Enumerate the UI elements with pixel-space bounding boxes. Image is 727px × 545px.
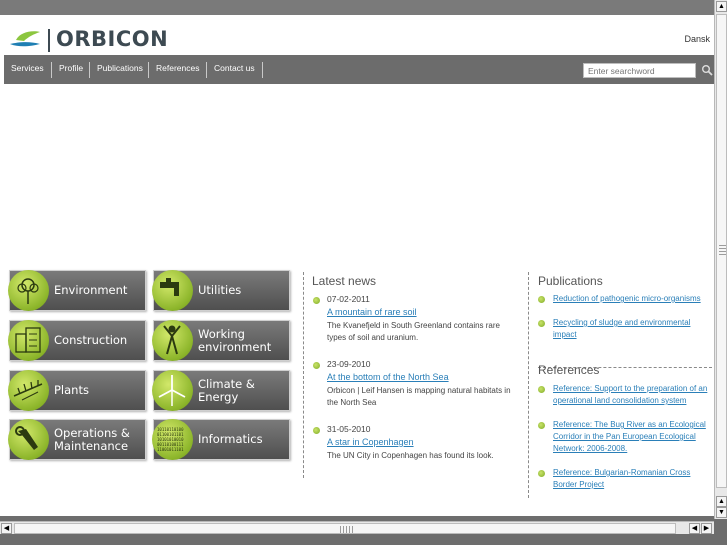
nav-separator xyxy=(148,62,149,78)
category-operations-maintenance[interactable]: Operations & Maintenance xyxy=(8,419,146,460)
references-title: References xyxy=(538,363,600,377)
bullet-icon xyxy=(538,296,545,303)
news-link[interactable]: A star in Copenhagen xyxy=(327,437,414,447)
latest-news-title: Latest news xyxy=(312,274,377,288)
logo-divider xyxy=(48,29,50,52)
reference-link[interactable]: Reference: Support to the preparation of… xyxy=(553,383,713,407)
flower-icon xyxy=(8,270,49,311)
search-icon[interactable] xyxy=(701,64,713,76)
faucet-icon xyxy=(152,270,193,311)
column-divider xyxy=(303,272,304,478)
news-description: The UN City in Copenhagen has found its … xyxy=(327,451,494,460)
scroll-up-button[interactable]: ▲ xyxy=(716,1,727,12)
publications-title: Publications xyxy=(538,274,603,288)
category-plants[interactable]: Plants xyxy=(8,370,146,411)
category-label: Working environment xyxy=(198,326,272,354)
news-link[interactable]: At the bottom of the North Sea xyxy=(327,372,449,382)
category-informatics[interactable]: 10110110100 01100101101 10101010010 0011010… xyxy=(152,419,290,460)
publication-link[interactable]: Reduction of pathogenic micro-organisms xyxy=(553,293,713,305)
bullet-icon xyxy=(313,297,320,304)
bullet-icon xyxy=(538,320,545,327)
reference-link[interactable]: Reference: Bulgarian-Romanian Cross Bord… xyxy=(553,467,713,491)
bullet-icon xyxy=(538,386,545,393)
category-label: Plants xyxy=(54,383,89,397)
category-label: Operations & Maintenance xyxy=(54,425,130,453)
person-icon xyxy=(152,320,193,361)
svg-text:11001011101: 11001011101 xyxy=(157,447,184,452)
nav-separator xyxy=(262,62,263,78)
nav-item-publications[interactable]: Publications xyxy=(97,63,143,73)
scroll-up-button-lower[interactable]: ▲ xyxy=(716,496,727,507)
news-date: 23-09-2010 xyxy=(327,359,371,369)
scroll-down-button[interactable]: ▼ xyxy=(716,507,727,518)
nav-item-profile[interactable]: Profile xyxy=(59,63,83,73)
bullet-icon xyxy=(538,422,545,429)
column-divider xyxy=(528,272,529,498)
news-date: 07-02-2011 xyxy=(327,294,370,304)
category-label: Environment xyxy=(54,283,128,297)
category-label: Climate & Energy xyxy=(198,376,255,404)
horizontal-scrollbar[interactable]: ◀ ◀ ▶ xyxy=(0,521,714,534)
plant-icon xyxy=(8,370,49,411)
reference-link[interactable]: Reference: The Bug River as an Ecologica… xyxy=(553,419,713,455)
scroll-grip xyxy=(719,243,726,255)
main-nav: Services Profile Publications References… xyxy=(4,55,714,84)
category-label: Utilities xyxy=(198,283,242,297)
vertical-scrollbar[interactable]: ▲ ▲ ▼ xyxy=(714,0,727,519)
publication-link[interactable]: Recycling of sludge and environmental im… xyxy=(553,317,713,341)
nav-separator xyxy=(89,62,90,78)
nav-item-references[interactable]: References xyxy=(156,63,199,73)
bullet-icon xyxy=(313,427,320,434)
bullet-icon xyxy=(313,362,320,369)
logo-mark-icon xyxy=(10,31,40,47)
bullet-icon xyxy=(538,470,545,477)
category-construction[interactable]: Construction xyxy=(8,320,146,361)
category-utilities[interactable]: Utilities xyxy=(152,270,290,311)
scroll-left-button-right[interactable]: ◀ xyxy=(689,523,700,534)
horizontal-scroll-thumb[interactable] xyxy=(14,523,676,534)
wrench-icon xyxy=(8,419,49,460)
category-climate-energy[interactable]: Climate & Energy xyxy=(152,370,290,411)
scroll-grip xyxy=(340,526,354,533)
category-working-environment[interactable]: Working environment xyxy=(152,320,290,361)
building-icon xyxy=(8,320,49,361)
news-description: Orbicon | Leif Hansen is mapping natural… xyxy=(327,386,511,407)
logo-text: ORBICON xyxy=(56,27,169,51)
orbicon-logo[interactable]: ORBICON xyxy=(8,26,168,56)
category-environment[interactable]: Environment xyxy=(8,270,146,311)
category-label: Informatics xyxy=(198,432,263,446)
category-label: Construction xyxy=(54,333,128,347)
nav-item-contact[interactable]: Contact us xyxy=(214,63,255,73)
vertical-scroll-thumb[interactable] xyxy=(716,14,727,488)
nav-separator xyxy=(206,62,207,78)
nav-item-services[interactable]: Services xyxy=(11,63,44,73)
page: ORBICON Dansk Services Profile Publicati… xyxy=(0,15,714,516)
news-link[interactable]: A mountain of rare soil xyxy=(327,307,417,317)
news-date: 31-05-2010 xyxy=(327,424,371,434)
scroll-left-button[interactable]: ◀ xyxy=(1,523,12,534)
nav-separator xyxy=(51,62,52,78)
wind-turbine-icon xyxy=(152,370,193,411)
search-input[interactable] xyxy=(583,63,696,78)
scroll-right-button[interactable]: ▶ xyxy=(701,523,712,534)
binary-icon: 10110110100 01100101101 10101010010 0011010… xyxy=(152,419,193,460)
language-link[interactable]: Dansk xyxy=(684,34,710,44)
news-description: The Kvanefjeld in South Greenland contai… xyxy=(327,321,500,342)
browser-top-bar xyxy=(0,0,714,15)
